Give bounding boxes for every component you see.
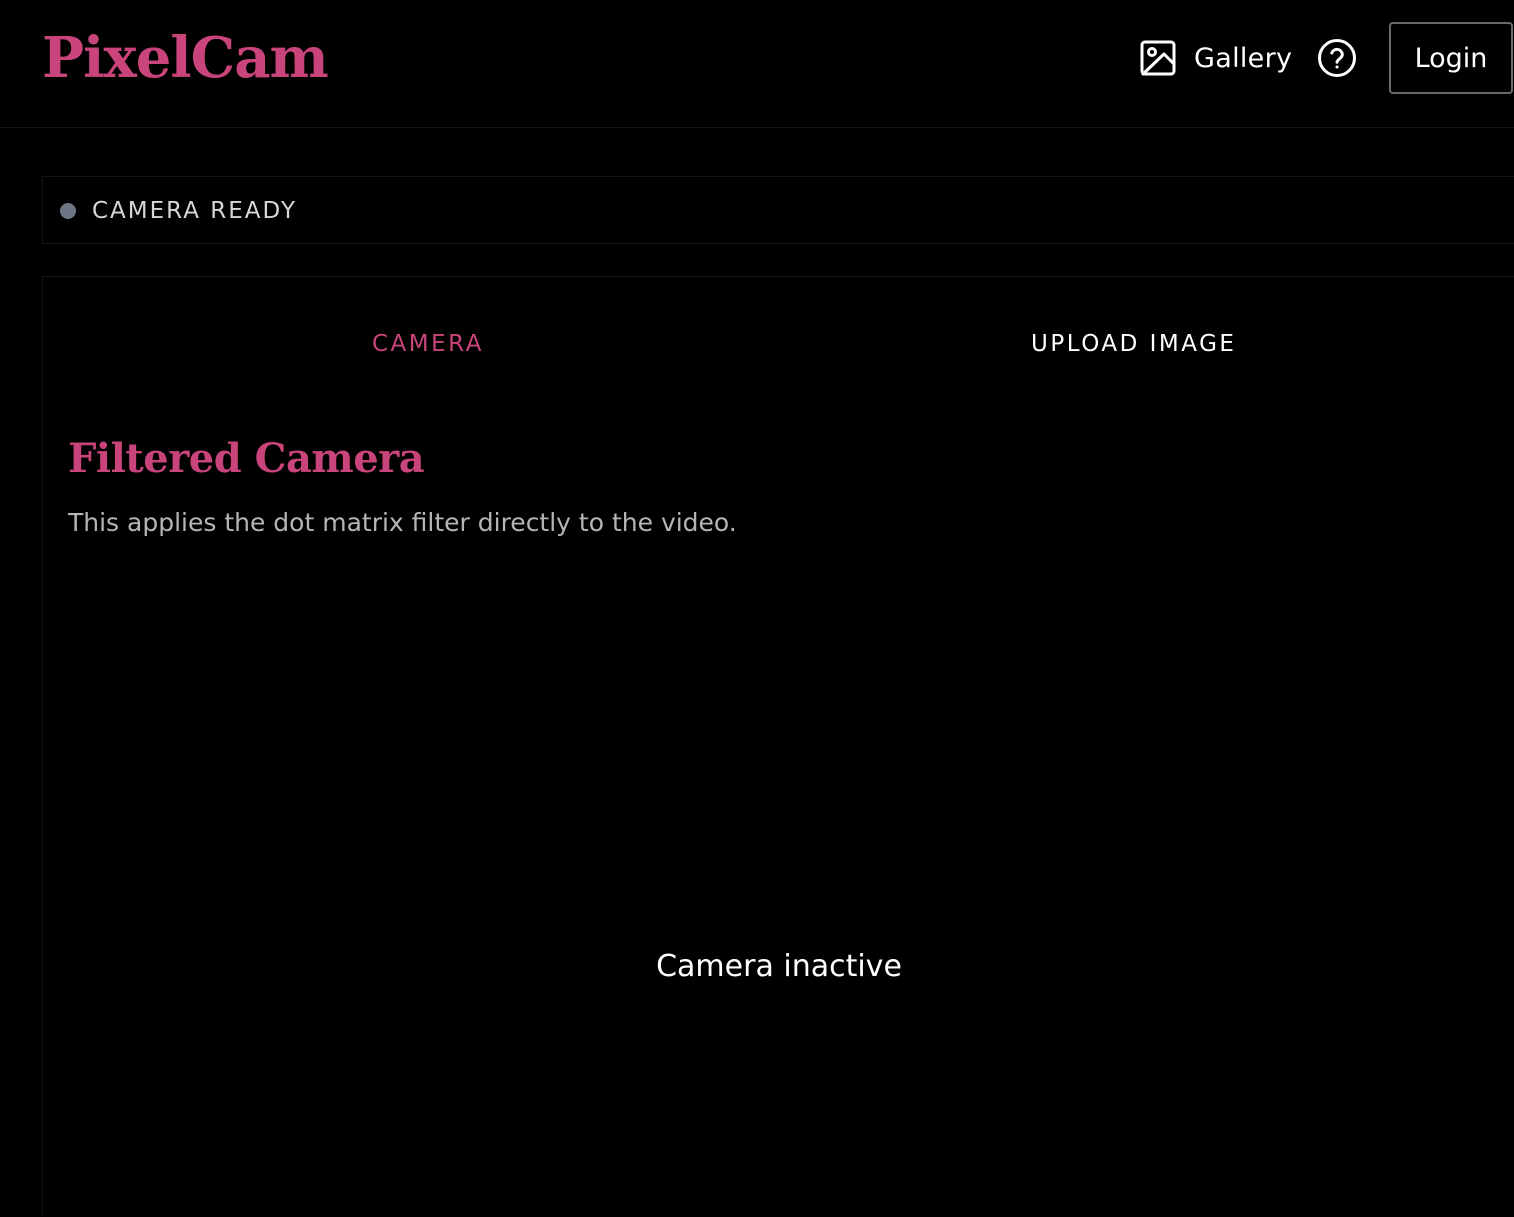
status-indicator-dot: [60, 203, 76, 219]
help-circle-icon: [1318, 39, 1356, 77]
gallery-nav-link[interactable]: Gallery: [1138, 36, 1292, 80]
help-button[interactable]: [1316, 37, 1358, 79]
section-title: Filtered Camera: [68, 435, 425, 482]
status-text: CAMERA READY: [92, 198, 298, 224]
camera-view[interactable]: Camera inactive: [43, 577, 1514, 1217]
app-header: PixelCam Gallery Login: [0, 0, 1514, 128]
camera-panel: CAMERA UPLOAD IMAGE Filtered Camera This…: [42, 276, 1514, 1217]
tab-camera[interactable]: CAMERA: [372, 327, 484, 361]
image-icon: [1140, 40, 1176, 76]
section-description: This applies the dot matrix filter direc…: [68, 508, 737, 537]
camera-status-bar: CAMERA READY: [42, 176, 1514, 244]
app-logo[interactable]: PixelCam: [42, 20, 329, 96]
tab-upload-image[interactable]: UPLOAD IMAGE: [1031, 327, 1236, 361]
login-button[interactable]: Login: [1389, 22, 1513, 94]
gallery-label: Gallery: [1194, 42, 1293, 74]
camera-status-message: Camera inactive: [656, 949, 902, 984]
